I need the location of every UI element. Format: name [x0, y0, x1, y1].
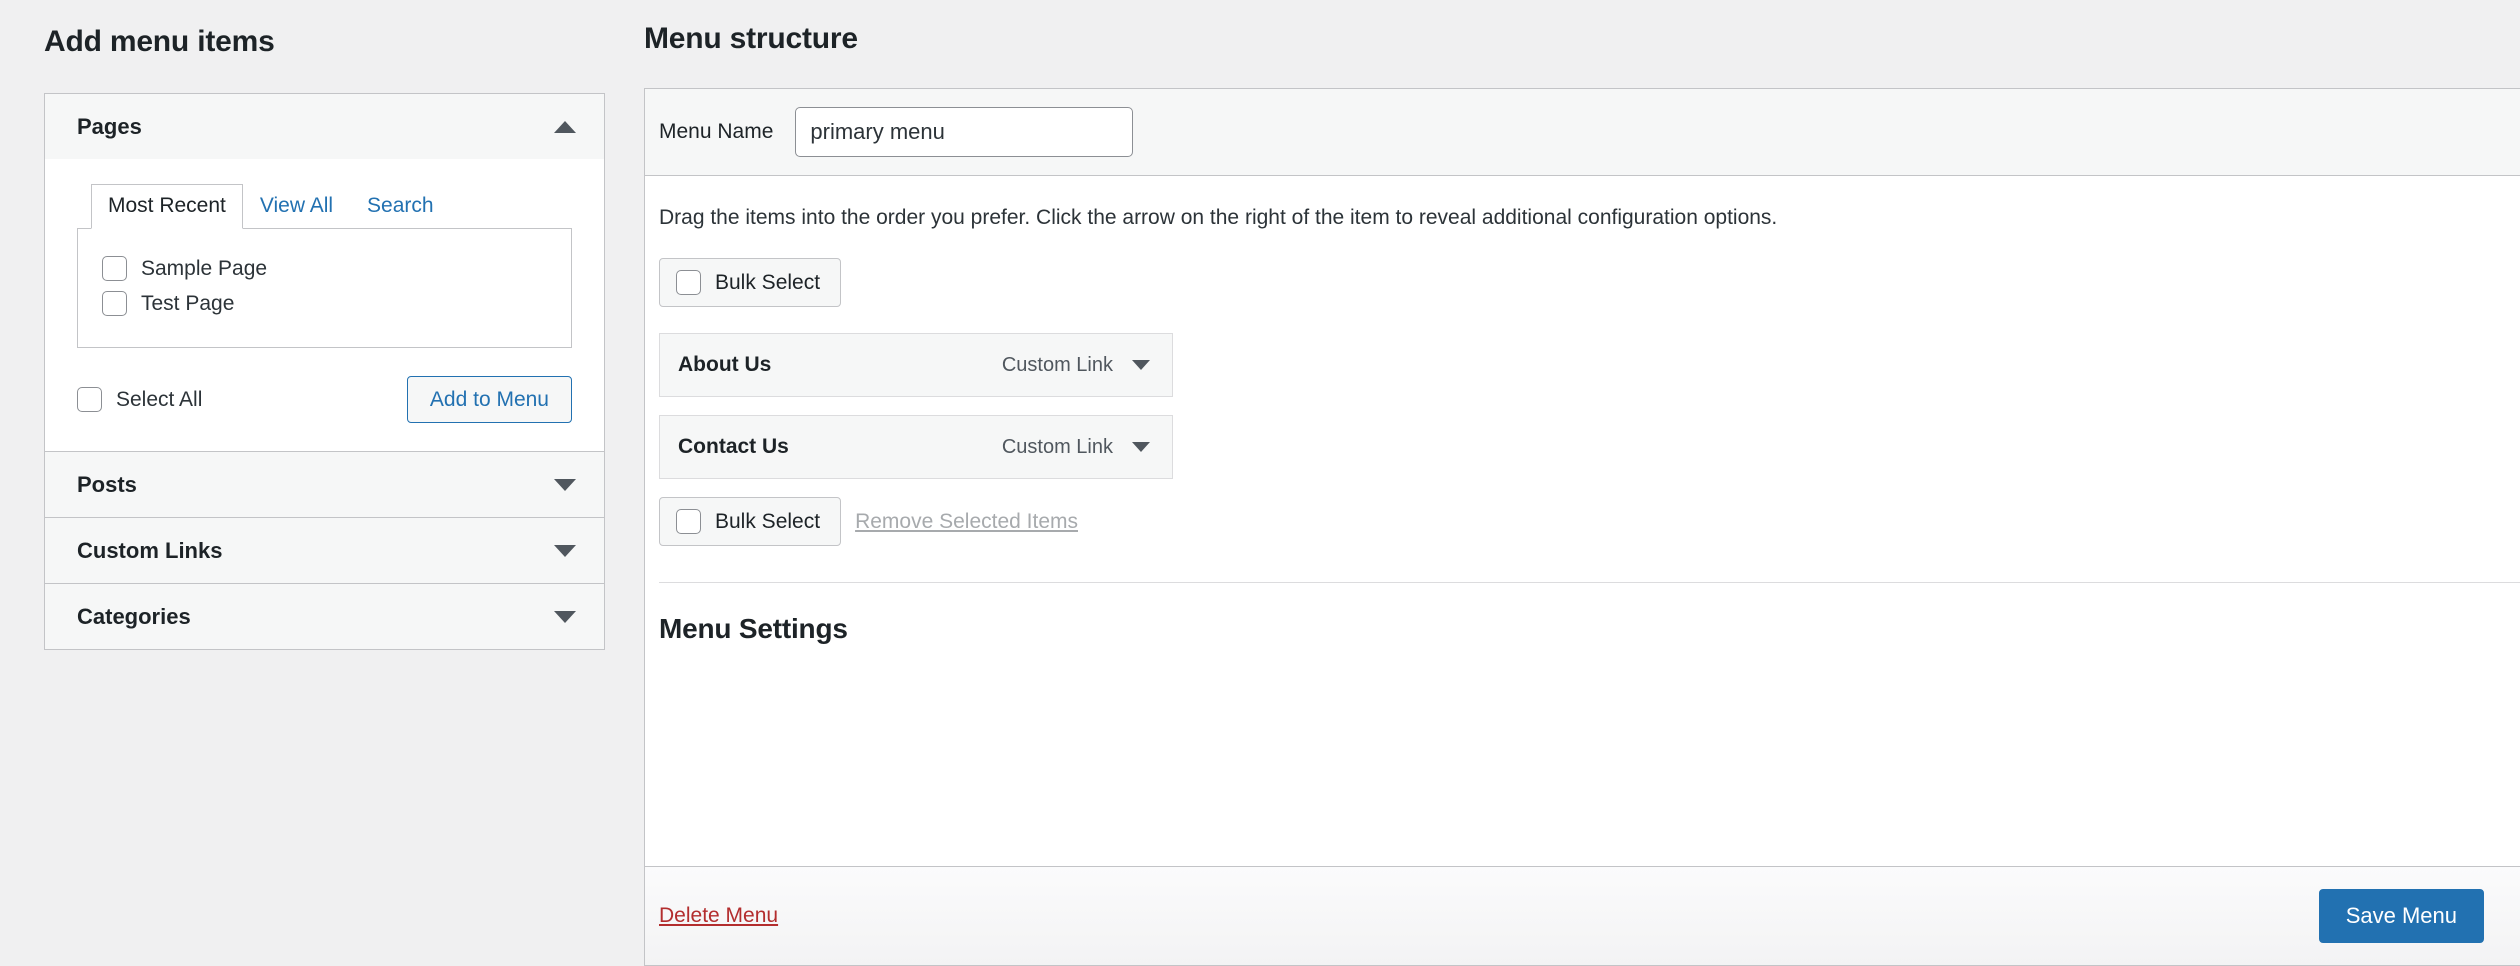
accordion-title-posts: Posts	[77, 471, 137, 497]
accordion-header-categories[interactable]: Categories	[45, 584, 604, 650]
list-item-label: Sample Page	[141, 257, 268, 280]
add-menu-items-accordion: Pages Most Recent View All Search Sample…	[44, 93, 605, 651]
menu-item-meta: Custom Link	[1002, 354, 1150, 377]
bulk-select-top[interactable]: Bulk Select	[659, 258, 842, 308]
checkbox-test-page[interactable]	[102, 291, 127, 316]
accordion-header-custom-links[interactable]: Custom Links	[45, 518, 604, 584]
bulk-actions-row: Bulk Select Remove Selected Items	[659, 497, 2520, 547]
accordion-section-posts: Posts	[45, 452, 604, 519]
menu-name-input[interactable]	[795, 107, 1134, 157]
accordion-title-categories: Categories	[77, 603, 191, 629]
caret-down-icon[interactable]	[1132, 360, 1150, 371]
accordion-section-categories: Categories	[45, 584, 604, 650]
tab-view-all[interactable]: View All	[243, 184, 350, 229]
menu-structure-panel: Menu Name Drag the items into the order …	[644, 88, 2520, 966]
list-item-label: Test Page	[141, 292, 235, 315]
caret-down-icon[interactable]	[1132, 442, 1150, 453]
accordion-title-pages: Pages	[77, 113, 142, 139]
delete-menu-link[interactable]: Delete Menu	[659, 904, 778, 928]
accordion-section-custom-links: Custom Links	[45, 518, 604, 585]
menu-panel-footer: Delete Menu Save Menu	[645, 865, 2520, 965]
pages-checkbox-list: Sample Page Test Page	[77, 229, 572, 348]
menu-item-type: Custom Link	[1001, 435, 1113, 458]
pages-tabs: Most Recent View All Search	[77, 183, 572, 229]
menu-item-contact-us[interactable]: Contact Us Custom Link	[659, 415, 1173, 480]
bulk-select-top-label: Bulk Select	[715, 271, 821, 295]
remove-selected-items-link[interactable]: Remove Selected Items	[855, 510, 1078, 534]
drag-hint-text: Drag the items into the order you prefer…	[659, 206, 1778, 229]
accordion-header-pages[interactable]: Pages	[45, 94, 604, 159]
menu-structure-column: Menu structure Menu Name Drag the items …	[644, 0, 2520, 966]
caret-down-icon[interactable]	[554, 478, 576, 491]
bulk-select-bottom-label: Bulk Select	[715, 510, 821, 534]
menus-admin-screen: Add menu items Pages Most Recent View Al…	[0, 0, 2520, 966]
accordion-section-pages: Pages Most Recent View All Search Sample…	[45, 94, 604, 453]
accordion-header-posts[interactable]: Posts	[45, 452, 604, 518]
save-menu-button[interactable]: Save Menu	[2318, 888, 2484, 943]
menu-item-title: Contact Us	[678, 435, 789, 459]
menu-items-list: About Us Custom Link Contact Us Custom L…	[659, 333, 2520, 480]
accordion-title-custom-links: Custom Links	[77, 537, 223, 563]
select-all-label: Select All	[116, 388, 203, 412]
caret-down-icon[interactable]	[554, 610, 576, 623]
checkbox-sample-page[interactable]	[102, 256, 127, 281]
menu-name-bar: Menu Name	[645, 89, 2520, 176]
menu-item-type: Custom Link	[1001, 353, 1113, 376]
tab-search[interactable]: Search	[350, 184, 451, 229]
add-menu-items-column: Add menu items Pages Most Recent View Al…	[0, 0, 605, 651]
select-all-row[interactable]: Select All	[77, 382, 202, 417]
checkbox-bulk-select-top[interactable]	[676, 270, 701, 296]
list-item[interactable]: Test Page	[102, 286, 551, 321]
caret-down-icon[interactable]	[554, 544, 576, 557]
bulk-select-bottom[interactable]: Bulk Select	[659, 497, 842, 547]
menu-structure-body: Drag the items into the order you prefer…	[645, 176, 2520, 866]
add-menu-items-heading: Add menu items	[44, 25, 275, 58]
list-item[interactable]: Sample Page	[102, 251, 551, 286]
checkbox-bulk-select-bottom[interactable]	[676, 509, 701, 535]
caret-up-icon[interactable]	[554, 120, 576, 133]
menu-item-meta: Custom Link	[1002, 436, 1150, 459]
add-to-menu-button[interactable]: Add to Menu	[406, 376, 572, 424]
menu-item-title: About Us	[678, 353, 772, 377]
menu-settings-heading: Menu Settings	[659, 613, 848, 645]
checkbox-select-all[interactable]	[77, 387, 102, 413]
menu-item-about-us[interactable]: About Us Custom Link	[659, 333, 1173, 398]
pages-list-footer: Select All Add to Menu	[77, 376, 572, 424]
menu-name-label: Menu Name	[659, 120, 774, 143]
accordion-body-pages: Most Recent View All Search Sample Page …	[45, 159, 604, 452]
tab-most-recent[interactable]: Most Recent	[91, 184, 243, 229]
menu-structure-heading: Menu structure	[644, 22, 858, 55]
